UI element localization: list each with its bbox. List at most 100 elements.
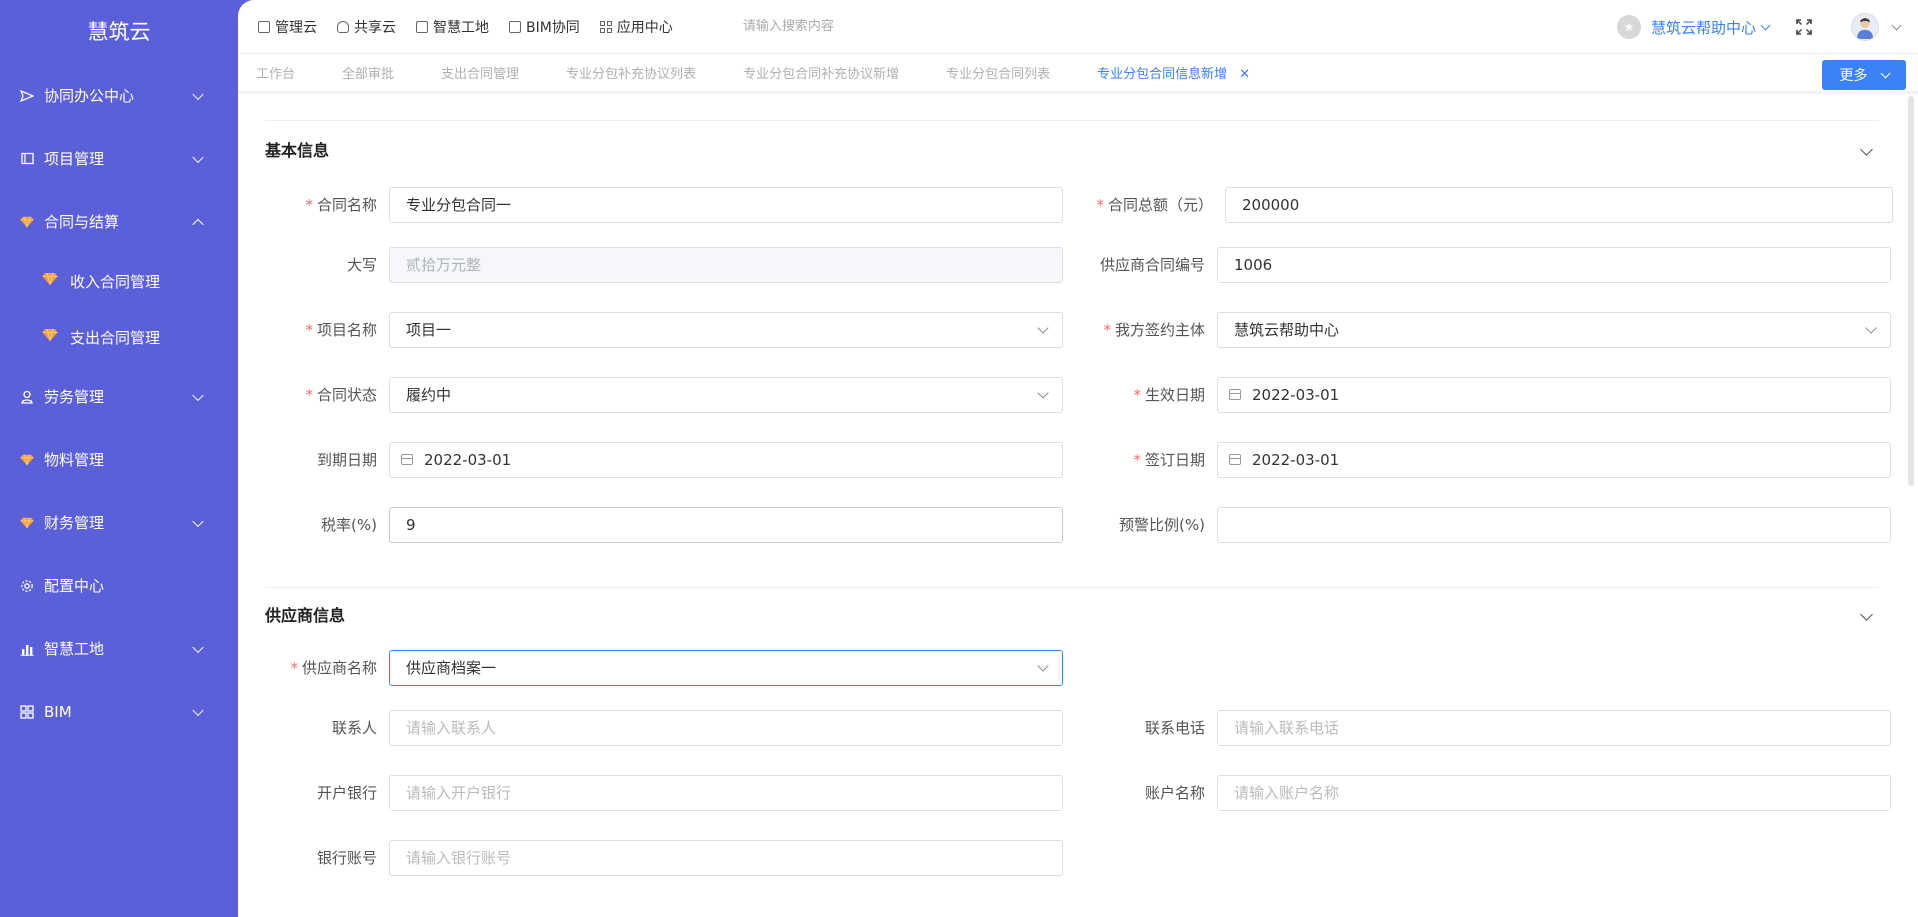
tab-subcontract-supplement-add[interactable]: 专业分包合同补充协议新增	[743, 63, 899, 82]
tab-workbench[interactable]: 工作台	[256, 63, 295, 82]
worker-icon	[20, 390, 34, 404]
field-label: 银行账号	[316, 849, 377, 867]
contract-name-input[interactable]	[389, 186, 1063, 223]
project-name-input[interactable]	[389, 311, 1063, 348]
chevron-down-icon[interactable]	[1860, 142, 1873, 156]
form-row: * 供应商名称	[265, 640, 1879, 695]
supplier-name-select[interactable]	[389, 649, 1063, 686]
sidebar-item-project[interactable]: 项目管理	[0, 127, 238, 190]
close-icon[interactable]: ✕	[1239, 67, 1250, 82]
sidebar-subitem-label: 收入合同管理	[70, 272, 161, 291]
account-name-input[interactable]	[1217, 774, 1891, 811]
top-link-app-center[interactable]: 应用中心	[599, 17, 673, 37]
account-no-input[interactable]	[389, 839, 1063, 876]
bar-chart-icon	[20, 642, 34, 656]
field-effective-date: * 生效日期	[1073, 376, 1891, 413]
chevron-down-icon	[192, 151, 204, 163]
warning-ratio-input[interactable]	[1217, 506, 1891, 543]
top-link-label: 共享云	[354, 19, 396, 36]
sidebar-subitem-label: 支出合同管理	[70, 328, 161, 347]
help-center-link[interactable]: 慧筑云帮助中心	[1651, 17, 1756, 38]
field-label: 税率(%)	[321, 516, 377, 534]
grid-icon	[20, 704, 34, 719]
effective-date-picker[interactable]	[1217, 376, 1891, 413]
field-label: * 签订日期	[1133, 451, 1205, 469]
field-label: * 合同总额（元）	[1096, 196, 1213, 214]
form-row: 税率(%) 预警比例(%)	[265, 492, 1891, 557]
field-account-name: 账户名称	[1073, 774, 1891, 811]
tab-subcontract-list[interactable]: 专业分包合同列表	[946, 63, 1050, 82]
cloud-icon	[337, 20, 349, 33]
uppercase-amount-input	[389, 246, 1063, 283]
tab-subcontract-info-add[interactable]: 专业分包合同信息新增 ✕	[1097, 63, 1250, 82]
field-warning-ratio: 预警比例(%)	[1073, 506, 1891, 543]
fullscreen-icon[interactable]	[1795, 18, 1813, 36]
tabs-bar: 工作台 全部审批 支出合同管理 专业分包补充协议列表 专业分包合同补充协议新增 …	[238, 54, 1918, 94]
field-label: 大写	[346, 256, 377, 274]
field-contract-name: * 合同名称	[265, 186, 1063, 223]
form-row: 到期日期 *签订日期	[265, 427, 1891, 492]
signing-party-select[interactable]	[1217, 311, 1891, 348]
top-link-label: 应用中心	[616, 19, 673, 36]
vertical-scrollbar[interactable]	[1908, 96, 1914, 486]
required-mark: *	[305, 321, 313, 339]
expiry-date-picker[interactable]	[389, 441, 1063, 478]
top-link-smart-site[interactable]: 智慧工地	[416, 17, 489, 37]
sidebar-item-label: 配置中心	[44, 577, 105, 595]
expiry-date-input[interactable]	[389, 441, 1063, 478]
user-avatar[interactable]	[1851, 13, 1879, 41]
top-link-shared-cloud[interactable]: 共享云	[337, 17, 396, 37]
gem-icon	[42, 272, 58, 290]
total-amount-input[interactable]	[1225, 186, 1893, 223]
contact-input[interactable]	[389, 709, 1063, 746]
field-label: 供应商合同编号	[1099, 256, 1205, 274]
section-header-basic: 基本信息	[265, 121, 1879, 177]
sidebar-item-labor[interactable]: 劳务管理	[0, 365, 238, 428]
field-label: * 合同状态	[305, 386, 377, 404]
tab-all-approvals[interactable]: 全部审批	[342, 63, 394, 82]
contract-status-input[interactable]	[389, 376, 1063, 413]
sidebar-item-material[interactable]: 物料管理	[0, 428, 238, 491]
global-search-input[interactable]	[742, 19, 1003, 34]
field-label: 联系人	[331, 719, 377, 737]
field-label: 到期日期	[316, 451, 377, 469]
chevron-down-icon[interactable]	[1891, 20, 1902, 30]
contract-status-select[interactable]	[389, 376, 1063, 413]
sidebar-subitem-expense-contract[interactable]: 支出合同管理	[0, 309, 238, 365]
sidebar-item-smart-site[interactable]: 智慧工地	[0, 617, 238, 680]
effective-date-input[interactable]	[1217, 376, 1891, 413]
sidebar-item-finance[interactable]: 财务管理	[0, 491, 238, 554]
chevron-down-icon	[192, 641, 204, 653]
sidebar-item-bim[interactable]: BIM	[0, 680, 238, 743]
sidebar-item-config[interactable]: 配置中心	[0, 554, 238, 617]
sidebar-item-label: BIM	[44, 702, 72, 721]
gem-icon	[42, 328, 58, 346]
top-link-management-cloud[interactable]: 管理云	[258, 17, 317, 37]
tax-rate-input[interactable]	[389, 506, 1063, 543]
chevron-down-icon[interactable]	[1760, 20, 1771, 30]
signing-party-input[interactable]	[1217, 311, 1891, 348]
sidebar-item-label: 物料管理	[44, 451, 105, 469]
sidebar-item-label: 合同与结算	[44, 213, 120, 231]
top-link-label: BIM协同	[526, 19, 580, 36]
chevron-down-icon	[192, 88, 204, 100]
more-tabs-button[interactable]: 更多	[1822, 60, 1906, 90]
sidebar-item-collab-office[interactable]: 协同办公中心	[0, 64, 238, 127]
chevron-down-icon[interactable]	[1860, 607, 1873, 621]
field-label: * 项目名称	[305, 321, 377, 339]
supplier-contract-no-input[interactable]	[1217, 246, 1891, 283]
tab-subcontract-supplement-list[interactable]: 专业分包补充协议列表	[566, 63, 696, 82]
top-link-bim-collab[interactable]: BIM协同	[509, 17, 580, 37]
sidebar-item-label: 项目管理	[44, 150, 105, 168]
form-row: *合同名称 *合同总额（元）	[265, 177, 1893, 232]
bank-input[interactable]	[389, 774, 1063, 811]
tab-expense-contract[interactable]: 支出合同管理	[441, 63, 519, 82]
sign-date-picker[interactable]	[1217, 441, 1891, 478]
field-sign-date: * 签订日期	[1073, 441, 1891, 478]
phone-input[interactable]	[1217, 709, 1891, 746]
sidebar-item-contract-settlement[interactable]: 合同与结算	[0, 190, 238, 253]
sidebar-subitem-income-contract[interactable]: 收入合同管理	[0, 253, 238, 309]
sign-date-input[interactable]	[1217, 441, 1891, 478]
supplier-name-input[interactable]	[389, 649, 1063, 686]
project-name-select[interactable]	[389, 311, 1063, 348]
